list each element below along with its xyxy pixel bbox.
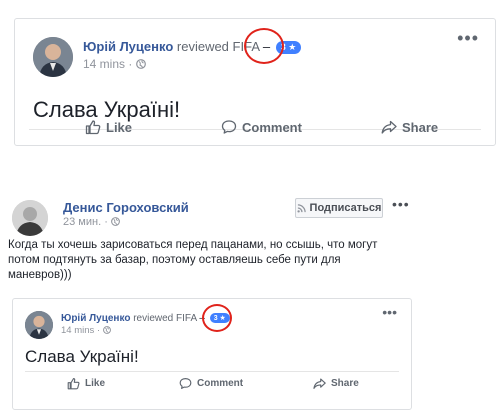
comment-icon: [179, 378, 192, 389]
thumbs-up-icon: [85, 120, 101, 135]
share-label: Share: [331, 378, 359, 389]
globe-icon: [102, 326, 111, 334]
comment-button[interactable]: Comment: [179, 377, 243, 390]
like-label: Like: [106, 119, 133, 135]
post-time[interactable]: 14 mins: [61, 325, 94, 336]
author-avatar[interactable]: [25, 311, 53, 339]
thumbs-up-icon: [67, 378, 80, 390]
more-options-icon[interactable]: •••: [382, 305, 397, 319]
comment-label: Comment: [197, 378, 244, 389]
post-time[interactable]: 14 mins: [83, 57, 125, 71]
globe-icon: [135, 59, 146, 69]
comment-icon: [221, 120, 237, 134]
highlight-circle: [202, 304, 232, 332]
more-options-icon[interactable]: •••: [457, 29, 479, 47]
share-button[interactable]: Share: [313, 377, 359, 390]
globe-icon: [111, 217, 120, 226]
comment-label: Comment: [242, 119, 302, 135]
post-meta: 14 mins ·: [61, 325, 111, 336]
author-name[interactable]: Юрій Луценко: [83, 39, 173, 54]
ru-author-name[interactable]: Денис Гороховский: [63, 200, 189, 215]
review-action: reviewed: [176, 39, 229, 54]
post-meta: 14 mins ·: [83, 57, 146, 71]
ru-author-avatar[interactable]: [12, 200, 48, 236]
share-label: Share: [402, 119, 439, 135]
divider: [25, 371, 399, 372]
subscribe-button[interactable]: Подписаться: [295, 198, 383, 218]
author-avatar[interactable]: [33, 37, 73, 77]
meta-dot: ·: [128, 57, 136, 71]
subscribe-label: Подписаться: [309, 202, 382, 214]
ru-post-text: Когда ты хочешь зарисоваться перед пацан…: [8, 239, 378, 281]
share-icon: [381, 120, 397, 134]
ru-post-time[interactable]: 23 мин.: [63, 216, 101, 228]
rss-icon: [296, 203, 306, 213]
post-text: Слава Україні!: [25, 347, 139, 366]
meta-dot: ·: [104, 216, 111, 228]
author-name[interactable]: Юрій Луценко: [61, 313, 130, 324]
share-button[interactable]: Share: [381, 119, 438, 135]
highlight-circle: [244, 28, 284, 64]
review-target[interactable]: FIFA: [176, 313, 197, 324]
like-button[interactable]: Like: [85, 119, 132, 135]
like-button[interactable]: Like: [67, 377, 105, 390]
like-label: Like: [85, 378, 106, 389]
comment-button[interactable]: Comment: [221, 119, 302, 135]
share-icon: [313, 378, 326, 389]
ru-more-options-icon[interactable]: •••: [392, 196, 410, 212]
ru-post-meta: 23 мин. ·: [63, 216, 120, 228]
review-action: reviewed: [133, 313, 174, 324]
